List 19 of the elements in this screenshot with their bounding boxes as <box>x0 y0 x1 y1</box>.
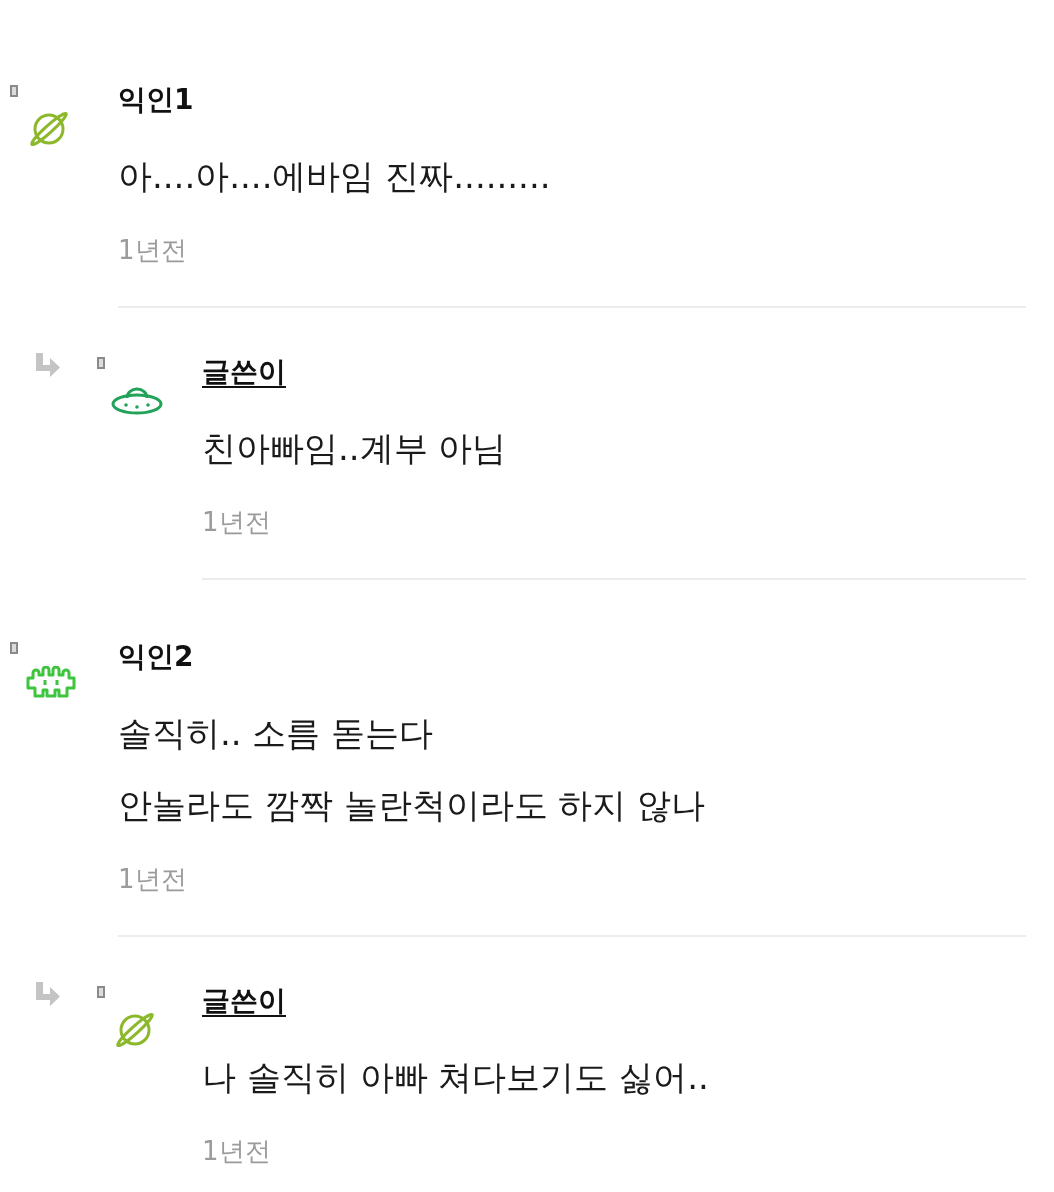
author-name: 익인2 <box>118 639 194 675</box>
comment-text: 아....아....에바임 진짜......... <box>118 155 551 198</box>
comment-text: 안놀라도 깜짝 놀란척이라도 하지 않나 <box>118 784 706 827</box>
timestamp: 1년전 <box>202 1135 271 1168</box>
timestamp: 1년전 <box>202 506 271 539</box>
author-name: 익인1 <box>118 82 194 118</box>
box-glyph-icon <box>97 357 105 369</box>
box-glyph-icon <box>97 986 105 998</box>
timestamp: 1년전 <box>118 863 187 896</box>
author-name: 글쓴이 <box>202 354 286 390</box>
timestamp: 1년전 <box>118 234 187 267</box>
reply-arrow-icon <box>35 982 61 1006</box>
author-name: 글쓴이 <box>202 983 286 1019</box>
box-glyph-icon <box>10 642 18 654</box>
box-glyph-icon <box>10 85 18 97</box>
comment-text: 친아빠임..계부 아님 <box>202 427 507 470</box>
reply-arrow-icon <box>35 353 61 377</box>
comment-text: 나 솔직히 아빠 쳐다보기도 싫어.. <box>202 1056 709 1099</box>
comment-text: 솔직히.. 소름 돋는다 <box>118 712 434 755</box>
